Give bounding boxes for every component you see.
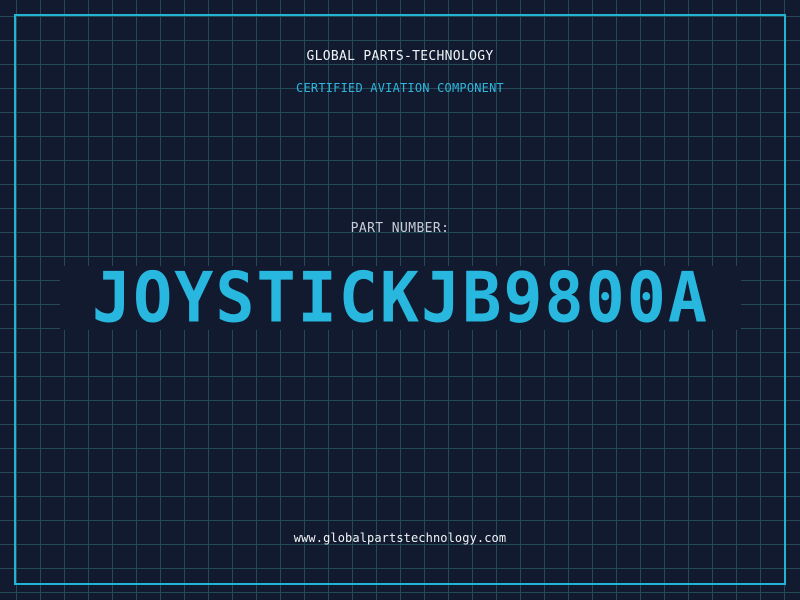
website-link[interactable]: www.globalpartstechnology.com [0, 531, 800, 545]
part-number-panel: JOYSTICKJB9800A [60, 257, 741, 339]
company-name: GLOBAL PARTS-TECHNOLOGY [306, 49, 494, 64]
part-number-value: JOYSTICKJB9800A [92, 257, 709, 339]
certification-subtitle: CERTIFIED AVIATION COMPONENT [296, 81, 504, 95]
part-number-label: PART NUMBER: [350, 221, 450, 236]
